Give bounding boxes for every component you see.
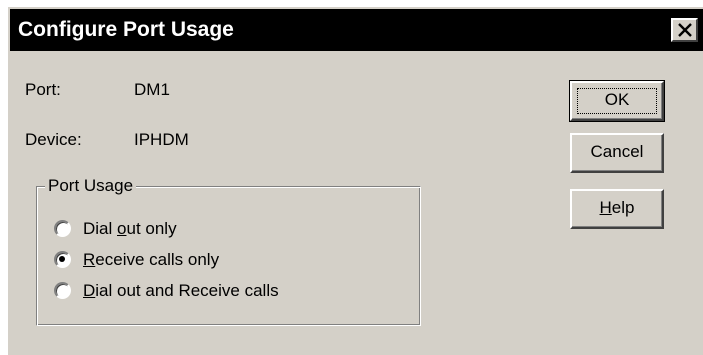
focus-rectangle	[577, 88, 657, 114]
device-value: IPHDM	[134, 130, 189, 149]
title-bar[interactable]: Configure Port Usage	[10, 9, 703, 51]
port-usage-group-label: Port Usage	[45, 176, 137, 196]
radio-selected-dot	[59, 256, 65, 262]
device-label: Device:	[25, 130, 82, 149]
cancel-button[interactable]: Cancel	[570, 133, 664, 173]
radio-label[interactable]: Dial out only	[83, 218, 177, 240]
port-usage-group: Port Usage Dial out only Receive calls o…	[36, 176, 421, 326]
radio-button[interactable]	[54, 282, 71, 299]
configure-port-usage-dialog: Configure Port Usage Port: DM1 Device: I…	[8, 7, 703, 355]
radio-label[interactable]: Dial out and Receive calls	[83, 280, 279, 302]
help-button[interactable]: Help	[570, 189, 664, 229]
port-label: Port:	[25, 80, 61, 99]
radio-label[interactable]: Receive calls only	[83, 249, 219, 271]
ok-button[interactable]: OK	[569, 80, 665, 122]
radio-button-selected[interactable]	[54, 251, 71, 268]
dialog-title: Configure Port Usage	[18, 18, 234, 41]
close-icon	[678, 23, 692, 37]
port-value: DM1	[134, 80, 170, 99]
close-button[interactable]	[671, 18, 698, 42]
radio-button[interactable]	[54, 220, 71, 237]
